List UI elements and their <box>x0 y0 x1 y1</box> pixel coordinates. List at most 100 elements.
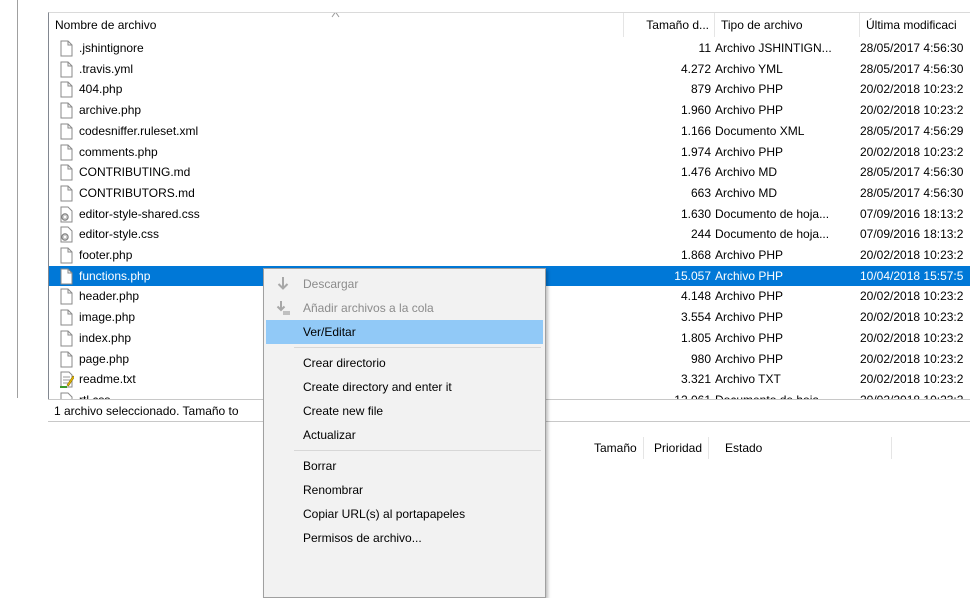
file-modified: 28/05/2017 4:56:30 <box>860 165 964 180</box>
file-modified: 20/02/2018 10:23:2 <box>860 289 964 304</box>
file-type: Archivo PHP <box>715 289 784 304</box>
file-modified: 20/02/2018 10:23:2 <box>860 82 964 97</box>
file-row[interactable]: .travis.yml 4.272 Archivo YML 28/05/2017 4:… <box>49 59 970 79</box>
menu-item-label: Borrar <box>303 459 337 473</box>
column-header-label: Tipo de archivo <box>721 18 803 32</box>
queue-column-label: Prioridad <box>654 441 703 455</box>
file-icon <box>58 288 74 305</box>
menu-item-ver-editar[interactable]: Ver/Editar <box>266 320 543 344</box>
file-row[interactable]: footer.php 1.868 Archivo PHP 20/02/2018 10:… <box>49 245 970 265</box>
context-menu[interactable]: Descargar Añadir archivos a la cola Ver/Ed… <box>263 268 546 598</box>
file-modified: 20/02/2018 10:23:2 <box>860 351 964 366</box>
menu-item-label: Descargar <box>303 277 359 291</box>
file-icon <box>58 351 74 368</box>
file-size: 1.166 <box>680 123 711 138</box>
file-icon <box>58 247 74 264</box>
file-type: Documento XML <box>715 123 805 138</box>
file-icon <box>58 164 74 181</box>
file-row[interactable]: CONTRIBUTORS.md 663 Archivo MD 28/05/2017 4… <box>49 183 970 203</box>
css-file-icon <box>58 226 74 243</box>
file-type: Archivo PHP <box>715 351 784 366</box>
file-name: 404.php <box>79 82 123 97</box>
file-name: editor-style.css <box>79 227 160 242</box>
file-size: 3.321 <box>680 372 711 387</box>
queue-column-size[interactable]: Tamaño <box>588 437 644 459</box>
file-modified: 10/04/2018 15:57:5 <box>860 268 964 283</box>
queue-column-label: Estado <box>725 441 763 455</box>
file-type: Archivo PHP <box>715 82 784 97</box>
file-size: 1.630 <box>680 206 711 221</box>
file-modified: 20/02/2018 10:23:2 <box>860 248 964 262</box>
menu-item-renombrar[interactable]: Renombrar <box>266 478 543 502</box>
file-type: Archivo PHP <box>715 103 784 118</box>
file-name: codesniffer.ruleset.xml <box>79 123 199 138</box>
menu-item-descargar[interactable]: Descargar <box>266 272 543 296</box>
file-type: Documento de hoja... <box>715 390 855 399</box>
file-name: CONTRIBUTORS.md <box>79 185 195 200</box>
menu-item-create-new-file[interactable]: Create new file <box>266 399 543 423</box>
column-header-label: Nombre de archivo <box>55 18 157 32</box>
queue-column-status[interactable]: Estado <box>719 437 892 459</box>
file-icon <box>58 309 74 326</box>
menu-item-copiar-url-s-al-portapapeles[interactable]: Copiar URL(s) al portapapeles <box>266 502 543 526</box>
file-icon <box>58 330 74 347</box>
file-modified: 28/05/2017 4:56:30 <box>860 41 964 55</box>
css-file-icon <box>58 206 74 223</box>
file-size: 4.148 <box>680 289 711 304</box>
css-file-icon <box>58 392 74 399</box>
menu-item-borrar[interactable]: Borrar <box>266 454 543 478</box>
file-modified: 28/05/2017 4:56:30 <box>860 61 964 76</box>
file-modified: 28/05/2017 4:56:29 <box>860 123 964 138</box>
file-icon <box>58 61 74 78</box>
menu-item-actualizar[interactable]: Actualizar <box>266 423 543 447</box>
file-row[interactable]: archive.php 1.960 Archivo PHP 20/02/2018 10… <box>49 100 970 120</box>
file-type: Archivo TXT <box>715 372 781 387</box>
column-header-label: Última modificaci <box>866 18 957 32</box>
file-size: 663 <box>690 185 711 200</box>
file-row[interactable]: editor-style-shared.css 1.630 Documento de… <box>49 204 970 224</box>
file-size: 1.960 <box>680 103 711 118</box>
menu-item-create-directory-and-enter-it[interactable]: Create directory and enter it <box>266 375 543 399</box>
file-size: 1.476 <box>680 165 711 180</box>
file-modified: 28/05/2017 4:56:30 <box>860 185 964 200</box>
file-row[interactable]: codesniffer.ruleset.xml 1.166 Documento XM… <box>49 121 970 141</box>
file-type: Archivo YML <box>715 61 783 76</box>
file-type: Archivo PHP <box>715 268 784 283</box>
file-row[interactable]: comments.php 1.974 Archivo PHP 20/02/2018 1… <box>49 142 970 162</box>
menu-item-label: Renombrar <box>303 483 364 497</box>
file-row[interactable]: editor-style.css 244 Documento de hoja... 0… <box>49 224 970 244</box>
menu-item-label: Create directory and enter it <box>303 380 452 394</box>
column-header-size[interactable]: Tamaño d... <box>624 13 715 37</box>
file-type: Documento de hoja... <box>715 206 830 221</box>
column-header-type[interactable]: Tipo de archivo <box>715 13 860 37</box>
file-row[interactable]: 404.php 879 Archivo PHP 20/02/2018 10:23:2 <box>49 79 970 99</box>
menu-item-permisos-de-archivo[interactable]: Permisos de archivo... <box>266 526 543 550</box>
menu-item-anadir-archivos-a-la-cola[interactable]: Añadir archivos a la cola <box>266 296 543 320</box>
file-size: 4.272 <box>680 61 711 76</box>
file-name: CONTRIBUTING.md <box>79 165 191 180</box>
file-type: Archivo MD <box>715 185 778 200</box>
queue-column-priority[interactable]: Prioridad <box>648 437 710 459</box>
file-row[interactable]: CONTRIBUTING.md 1.476 Archivo MD 28/05/2017… <box>49 162 970 182</box>
file-name: archive.php <box>79 103 142 118</box>
file-size: 11 <box>698 41 711 55</box>
file-modified: 20/02/2018 10:23:2 <box>860 372 964 387</box>
file-modified: 20/02/2018 10:23:2 <box>860 310 964 325</box>
file-size: 15.057 <box>674 268 711 283</box>
file-type: Archivo PHP <box>715 144 784 159</box>
file-type: Archivo PHP <box>715 248 784 262</box>
file-type: Archivo MD <box>715 165 778 180</box>
file-modified: 20/02/2018 10:23:2 <box>860 144 964 159</box>
file-size: 1.974 <box>680 144 711 159</box>
file-icon <box>58 102 74 119</box>
menu-item-label: Create new file <box>303 404 384 418</box>
file-row[interactable]: .jshintignore 11 Archivo JSHINTIGN... 28/05… <box>49 38 970 58</box>
menu-item-crear-directorio[interactable]: Crear directorio <box>266 351 543 375</box>
text-file-icon <box>58 371 75 389</box>
file-modified: 20/02/2018 10:23:2 <box>860 330 964 345</box>
menu-item-label: Permisos de archivo... <box>303 531 422 545</box>
column-header-modified[interactable]: Última modificaci <box>860 13 970 37</box>
file-type: Archivo PHP <box>715 330 784 345</box>
file-icon <box>58 268 74 285</box>
menu-separator <box>294 347 541 348</box>
